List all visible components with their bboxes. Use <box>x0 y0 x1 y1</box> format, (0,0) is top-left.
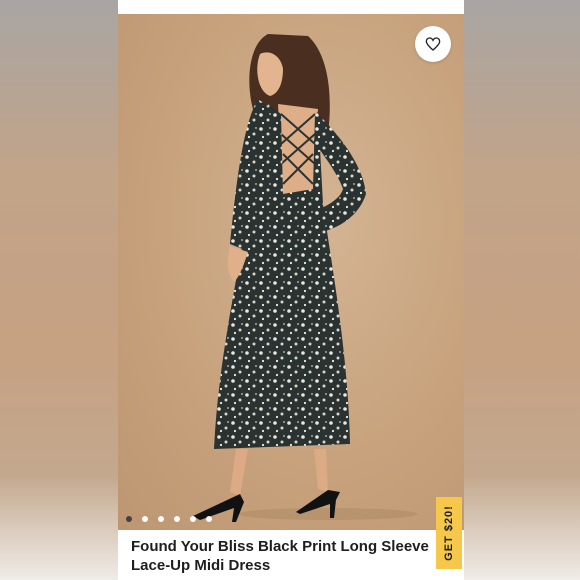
promo-label: GET $20! <box>443 505 455 561</box>
product-title-line2: Lace-Up Midi Dress <box>131 557 271 574</box>
card-top-bar <box>118 0 464 14</box>
carousel-dot[interactable] <box>158 516 164 522</box>
carousel-dot[interactable] <box>126 516 132 522</box>
carousel-dot[interactable] <box>174 516 180 522</box>
model-illustration <box>193 34 418 522</box>
carousel-dot[interactable] <box>142 516 148 522</box>
carousel-dots <box>126 516 212 522</box>
blurred-right-panel <box>462 0 580 580</box>
promo-tab[interactable]: GET $20! <box>436 497 462 569</box>
product-title-line1: Found Your Bliss Black Print Long Sleeve <box>131 538 429 555</box>
product-card[interactable]: Found Your Bliss Black Print Long Sleeve… <box>118 0 464 580</box>
carousel-dot[interactable] <box>190 516 196 522</box>
blurred-left-panel <box>0 0 118 580</box>
product-title[interactable]: Found Your Bliss Black Print Long Sleeve… <box>131 537 431 575</box>
product-photo[interactable] <box>118 14 464 530</box>
favorite-button[interactable] <box>415 26 451 62</box>
carousel-dot[interactable] <box>206 516 212 522</box>
heart-icon <box>425 37 441 51</box>
